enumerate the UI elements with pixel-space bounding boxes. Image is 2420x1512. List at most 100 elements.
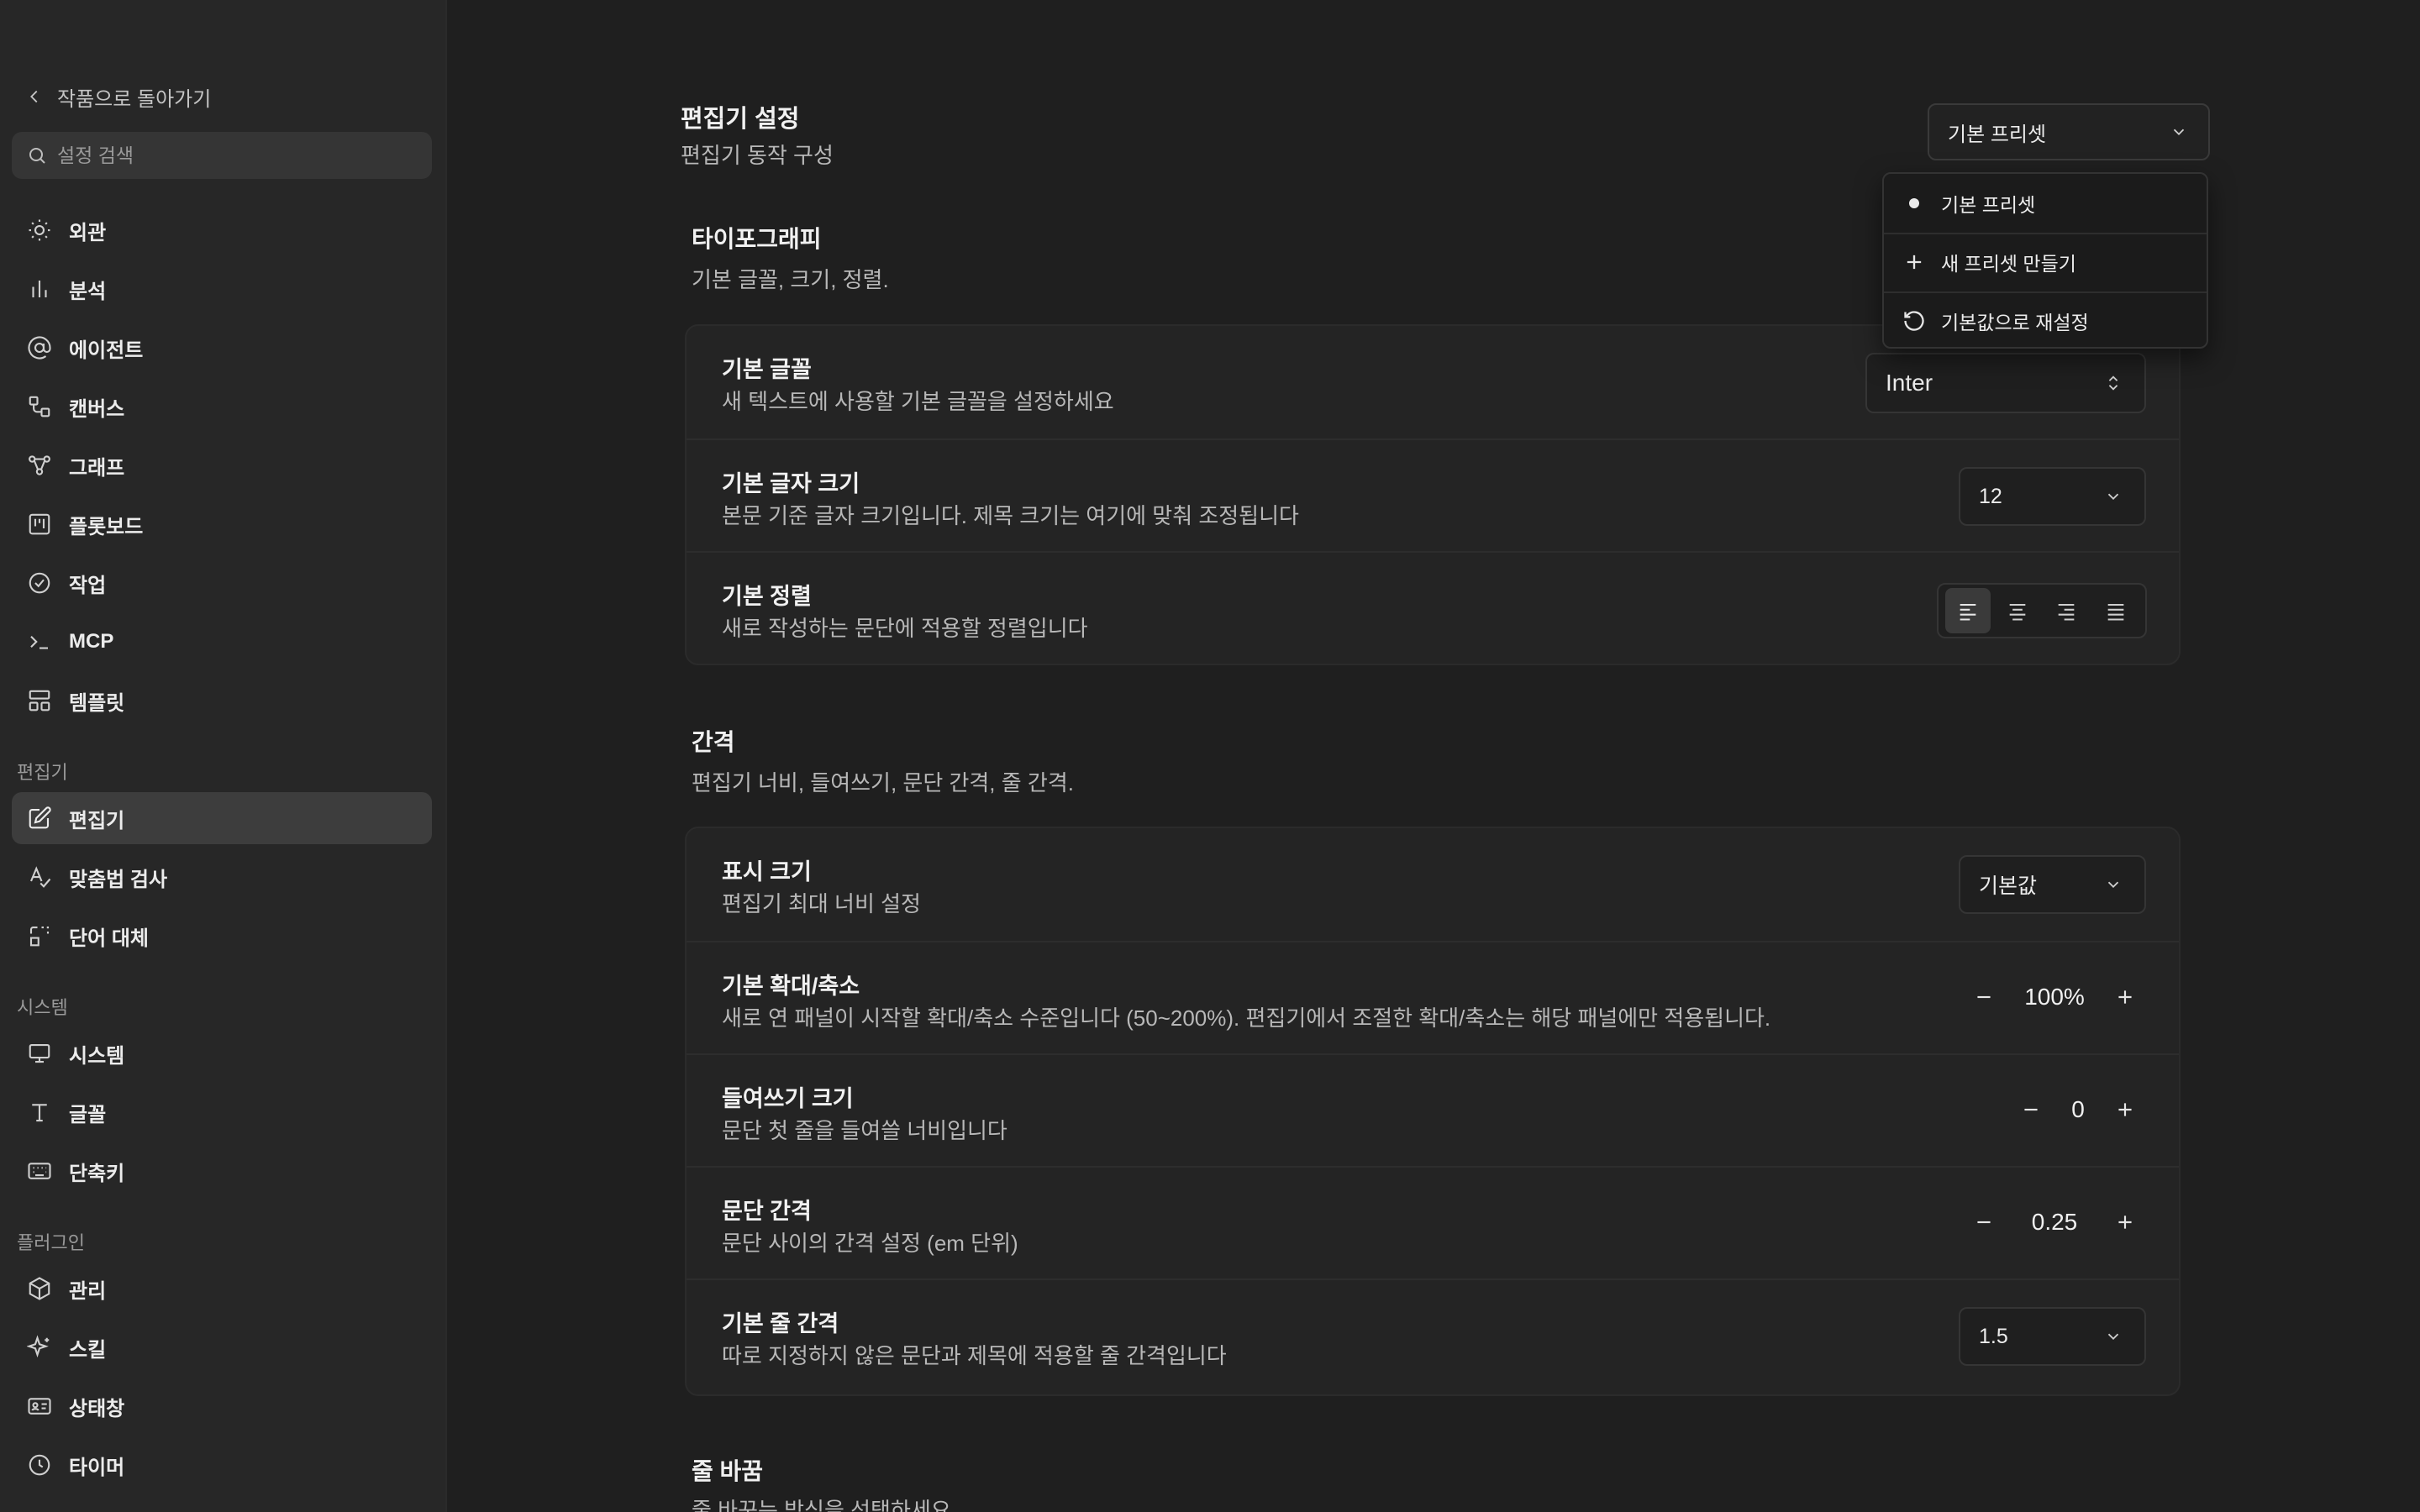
font-select[interactable]: Inter (1865, 353, 2146, 413)
setting-title: 들여쓰기 크기 (722, 1086, 854, 1111)
plus-icon (2118, 1215, 2132, 1229)
setting-desc: 문단 사이의 간격 설정 (em 단위) (722, 1231, 1018, 1256)
bar-chart-icon (32, 281, 47, 297)
menu-item-label: 새 프리셋 만들기 (1941, 253, 2076, 275)
align-center-icon (2009, 603, 2026, 621)
preset-select[interactable]: 기본 프리셋 (1928, 103, 2210, 160)
bullet-icon (1909, 198, 1919, 208)
kanban-icon (29, 513, 50, 535)
minus-icon (2024, 1108, 2038, 1111)
search-input[interactable] (57, 144, 410, 167)
plus-icon (1907, 255, 1922, 270)
sidebar-item-label: 관리 (69, 1279, 107, 1303)
sidebar-item-editor[interactable]: 편집기 (12, 792, 432, 844)
setting-desc: 편집기 최대 너비 설정 (722, 891, 921, 916)
setting-row-default-alignment: 기본 정렬 새로 작성하는 문단에 적용할 정렬입니다 (687, 551, 2179, 664)
setting-desc: 새로 연 패널이 시작할 확대/축소 수준입니다 (50~200%). 편집기에… (722, 1005, 1771, 1031)
replace-icon (29, 926, 50, 947)
section-desc-typography: 기본 글꼴, 크기, 정렬. (692, 267, 889, 292)
align-left-icon (1960, 603, 1976, 621)
indent-increase-button[interactable] (2102, 1086, 2149, 1133)
sidebar-item-canvas[interactable]: 캔버스 (12, 381, 432, 433)
sidebar-item-mcp[interactable]: MCP (12, 616, 432, 668)
settings-search[interactable] (12, 132, 432, 179)
graph-icon (29, 455, 50, 475)
package-icon (29, 1277, 50, 1300)
sidebar-item-timer[interactable]: 타이머 (12, 1439, 432, 1491)
sidebar-item-label: 타이머 (69, 1456, 125, 1479)
id-card-icon (28, 1398, 51, 1415)
sidebar-item-label: 단어 대체 (69, 927, 149, 950)
setting-desc: 문단 첫 줄을 들여쓸 너비입니다 (722, 1118, 1007, 1143)
sidebar-item-plotboard[interactable]: 플롯보드 (12, 498, 432, 550)
typography-card: 기본 글꼴 새 텍스트에 사용할 기본 글꼴을 설정하세요 Inter 기본 글… (685, 324, 2181, 665)
at-sign-icon (28, 336, 51, 360)
display-size-select[interactable]: 기본값 (1959, 855, 2146, 914)
back-link-label: 작품으로 돌아가기 (57, 87, 212, 111)
paragraph-spacing-increase-button[interactable] (2102, 1199, 2149, 1246)
minus-icon (1977, 1221, 1991, 1224)
sidebar-item-label: 플롯보드 (69, 515, 144, 538)
type-icon (32, 1104, 47, 1122)
sidebar-item-agent[interactable]: 에이전트 (12, 322, 432, 374)
zoom-value: 100% (2024, 984, 2085, 1010)
sidebar-item-appearance[interactable]: 외관 (12, 204, 432, 256)
sidebar-item-label: 단축키 (69, 1162, 125, 1185)
sidebar-item-fonts[interactable]: 글꼴 (12, 1086, 432, 1138)
sidebar-item-manage[interactable]: 관리 (12, 1263, 432, 1315)
sidebar-item-label: 스킬 (69, 1338, 107, 1362)
sidebar-item-label: 에이전트 (69, 339, 144, 362)
sidebar-item-graph[interactable]: 그래프 (12, 439, 432, 491)
sidebar-item-tasks[interactable]: 작업 (12, 557, 432, 609)
menu-item-label: 기본값으로 재설정 (1941, 312, 2089, 333)
section-desc-spacing: 편집기 너비, 들여쓰기, 문단 간격, 줄 간격. (692, 770, 1074, 795)
setting-row-line-spacing: 기본 줄 간격 따로 지정하지 않은 문단과 제목에 적용할 줄 간격입니다 1… (687, 1278, 2179, 1391)
section-desc-line-wrap: 줄 바꾸는 방식을 선택하세요. (692, 1498, 957, 1512)
preset-menu-item-new[interactable]: 새 프리셋 만들기 (1884, 233, 2207, 291)
zoom-increase-button[interactable] (2102, 974, 2149, 1021)
font-size-select[interactable]: 12 (1959, 467, 2146, 526)
layout-icon (29, 690, 50, 711)
setting-title: 문단 간격 (722, 1199, 812, 1224)
align-right-icon (2058, 603, 2075, 621)
sidebar-item-templates[interactable]: 템플릿 (12, 675, 432, 727)
sidebar-item-label: 분석 (69, 280, 107, 303)
plus-icon (2118, 1103, 2132, 1116)
preset-select-value: 기본 프리셋 (1948, 123, 2047, 146)
sidebar-item-spellcheck[interactable]: 맞춤법 검사 (12, 851, 432, 903)
align-right-button[interactable] (2044, 588, 2089, 633)
zoom-stepper: 100% (1960, 968, 2149, 1026)
align-justify-icon (2107, 603, 2124, 621)
setting-row-default-zoom: 기본 확대/축소 새로 연 패널이 시작할 확대/축소 수준입니다 (50~20… (687, 941, 2179, 1053)
setting-title: 기본 확대/축소 (722, 974, 860, 999)
sidebar-item-skills[interactable]: 스킬 (12, 1321, 432, 1373)
line-spacing-select[interactable]: 1.5 (1959, 1307, 2146, 1366)
align-justify-button[interactable] (2093, 588, 2139, 633)
setting-row-paragraph-spacing: 문단 간격 문단 사이의 간격 설정 (em 단위) 0.25 (687, 1166, 2179, 1278)
chevron-left-icon (30, 90, 38, 103)
sidebar-item-label: 맞춤법 검사 (69, 868, 168, 891)
sidebar-item-system[interactable]: 시스템 (12, 1027, 432, 1079)
preset-menu-item-default[interactable]: 기본 프리셋 (1884, 174, 2207, 233)
align-left-button[interactable] (1945, 588, 1991, 633)
sidebar-item-label: 외관 (69, 221, 107, 244)
indent-value: 0 (2071, 1096, 2085, 1122)
align-center-button[interactable] (1995, 588, 2040, 633)
sidebar-item-word-replace[interactable]: 단어 대체 (12, 910, 432, 962)
setting-desc: 새 텍스트에 사용할 기본 글꼴을 설정하세요 (722, 389, 1114, 414)
paragraph-spacing-decrease-button[interactable] (1960, 1199, 2007, 1246)
indent-decrease-button[interactable] (2007, 1086, 2054, 1133)
sidebar-item-shortcuts[interactable]: 단축키 (12, 1145, 432, 1197)
setting-title: 기본 글꼴 (722, 357, 812, 382)
setting-title: 기본 정렬 (722, 584, 812, 609)
reset-icon (1904, 311, 1924, 331)
zoom-decrease-button[interactable] (1960, 974, 2007, 1021)
sidebar-item-statusbar[interactable]: 상태창 (12, 1380, 432, 1432)
setting-desc: 따로 지정하지 않은 문단과 제목에 적용할 줄 간격입니다 (722, 1343, 1227, 1368)
preset-menu-item-reset[interactable]: 기본값으로 재설정 (1884, 291, 2207, 350)
chevron-down-icon (2107, 1333, 2119, 1341)
alignment-toggle-group (1937, 583, 2147, 638)
back-to-works-link[interactable]: 작품으로 돌아가기 (25, 82, 211, 111)
edit-icon (29, 806, 51, 829)
sidebar-item-analytics[interactable]: 분석 (12, 263, 432, 315)
